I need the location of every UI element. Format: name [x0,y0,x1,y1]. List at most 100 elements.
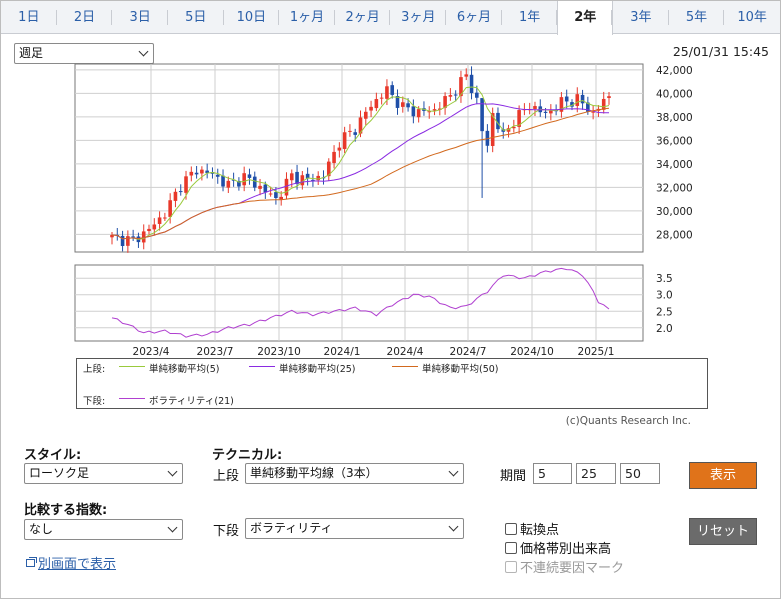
candle-body [242,173,246,186]
candle-body [337,147,342,151]
lower-technical-select[interactable]: ボラティリティ [245,518,464,539]
candle-body [284,178,289,196]
technical-label: テクニカル: [212,448,283,463]
credit: (c)Quants Research Inc. [565,415,691,427]
show-button[interactable]: 表示 [689,462,757,489]
legend-upper-label: 上段: [83,364,106,375]
candle-body [374,99,379,109]
candle-body [189,171,194,176]
chart-legend: 上段: 単純移動平均(5) 単純移動平均(25) 単純移動平均(50) 下段: … [76,358,708,409]
period-input-2[interactable]: 25 [576,463,616,484]
candle-body [126,236,130,246]
checkbox-volume-by-price[interactable]: 価格帯別出来高 [505,538,611,557]
candle-body [152,224,157,230]
chevron-down-icon [448,521,459,532]
candle-body [263,184,268,193]
y-tick-label: 2.5 [656,306,673,318]
upper-label: 上段 [213,469,240,484]
legend-item-sma25: 単純移動平均(25) [279,364,356,375]
style-select[interactable]: ローソク足 [24,463,183,484]
checkbox-turning-point[interactable]: 転換点 [505,519,559,538]
checkbox-icon[interactable] [505,542,517,554]
candle-body [221,175,225,187]
candle-body [543,111,548,113]
candle-body [432,109,437,111]
open-new-window-label: 別画面で表示 [38,557,117,572]
checkbox-icon[interactable] [505,523,517,535]
x-tick-label: 2023/7 [197,346,234,358]
compare-select[interactable]: なし [24,519,183,540]
candle-body [416,109,421,118]
y-tick-label: 2.0 [656,323,673,335]
compare-select-value: なし [29,522,54,536]
candle-body [369,106,373,111]
checkbox-turning-point-label: 転換点 [520,523,560,538]
candle-body [400,102,405,107]
y-tick-label: 36,000 [656,135,693,147]
candle-body [184,176,188,193]
period-label: 期間 [500,469,527,484]
legend-line-sma50 [392,366,418,367]
candle-body [274,192,278,198]
candle-body [168,200,172,217]
candle-body [215,174,220,177]
y-tick-label: 38,000 [656,112,693,124]
volatility-panel [74,264,644,342]
y-tick-label: 34,000 [656,159,693,171]
period-input-1[interactable]: 5 [533,463,572,484]
candle-body [332,151,336,163]
price-chart: 2023/4 2023/7 2023/10 2024/1 2024/4 2024/7 202… [74,63,693,358]
period-input-3[interactable]: 50 [620,463,660,484]
candle-body [580,94,585,104]
candle-body [406,103,410,108]
chevron-down-icon [167,466,178,477]
x-tick-label: 2023/4 [133,346,170,358]
candle-body [289,173,294,181]
legend-lower-label: 下段: [83,396,106,407]
x-tick-label: 2025/1 [578,346,615,358]
chevron-down-icon [167,522,178,533]
candle-body [247,174,252,178]
x-tick-label: 2024/10 [510,346,554,358]
upper-technical-select[interactable]: 単純移動平均線（3本） [245,463,464,484]
candle-body [279,196,283,200]
checkbox-volume-by-price-label: 価格帯別出来高 [520,542,612,557]
candle-body [226,180,231,188]
candle-body [448,95,453,97]
candle-body [575,94,580,106]
reset-button[interactable]: リセット [689,518,757,545]
external-window-icon [26,557,37,567]
candle-body [157,217,162,224]
style-select-value: ローソク足 [29,466,90,480]
checkbox-discontinuity-mark: 不連続要因マーク [505,557,624,576]
x-tick-label: 2024/1 [324,346,361,358]
candle-body [564,96,569,102]
candle-body [163,217,167,219]
x-tick-label: 2024/4 [387,346,424,358]
candle-body [342,132,347,149]
y-tick-label: 40,000 [656,88,693,100]
candle-body [390,85,395,95]
candle-body [178,191,183,193]
candle-body [607,96,611,98]
checkbox-discontinuity-mark-label: 不連続要因マーク [520,561,625,576]
y-tick-label: 28,000 [656,229,693,241]
candle-body [453,94,458,96]
candle-body [120,235,125,247]
candle-body [194,172,199,175]
lower-technical-value: ボラティリティ [250,521,333,535]
y-tick-label: 3.5 [656,273,673,285]
compare-label: 比較する指数: [24,503,108,518]
legend-item-volatility: ボラティリティ(21) [149,396,234,407]
candle-body [533,106,537,109]
chevron-down-icon [448,466,459,477]
legend-item-sma5: 単純移動平均(5) [149,364,220,375]
y-tick-label: 42,000 [656,65,693,77]
candle-body [549,110,553,114]
candle-body [480,98,484,132]
candle-body [131,236,135,238]
open-new-window-link[interactable]: 別画面で表示 [26,553,116,572]
candle-body [252,176,257,188]
upper-technical-value: 単純移動平均線（3本） [250,466,378,480]
style-label: スタイル: [24,448,82,463]
